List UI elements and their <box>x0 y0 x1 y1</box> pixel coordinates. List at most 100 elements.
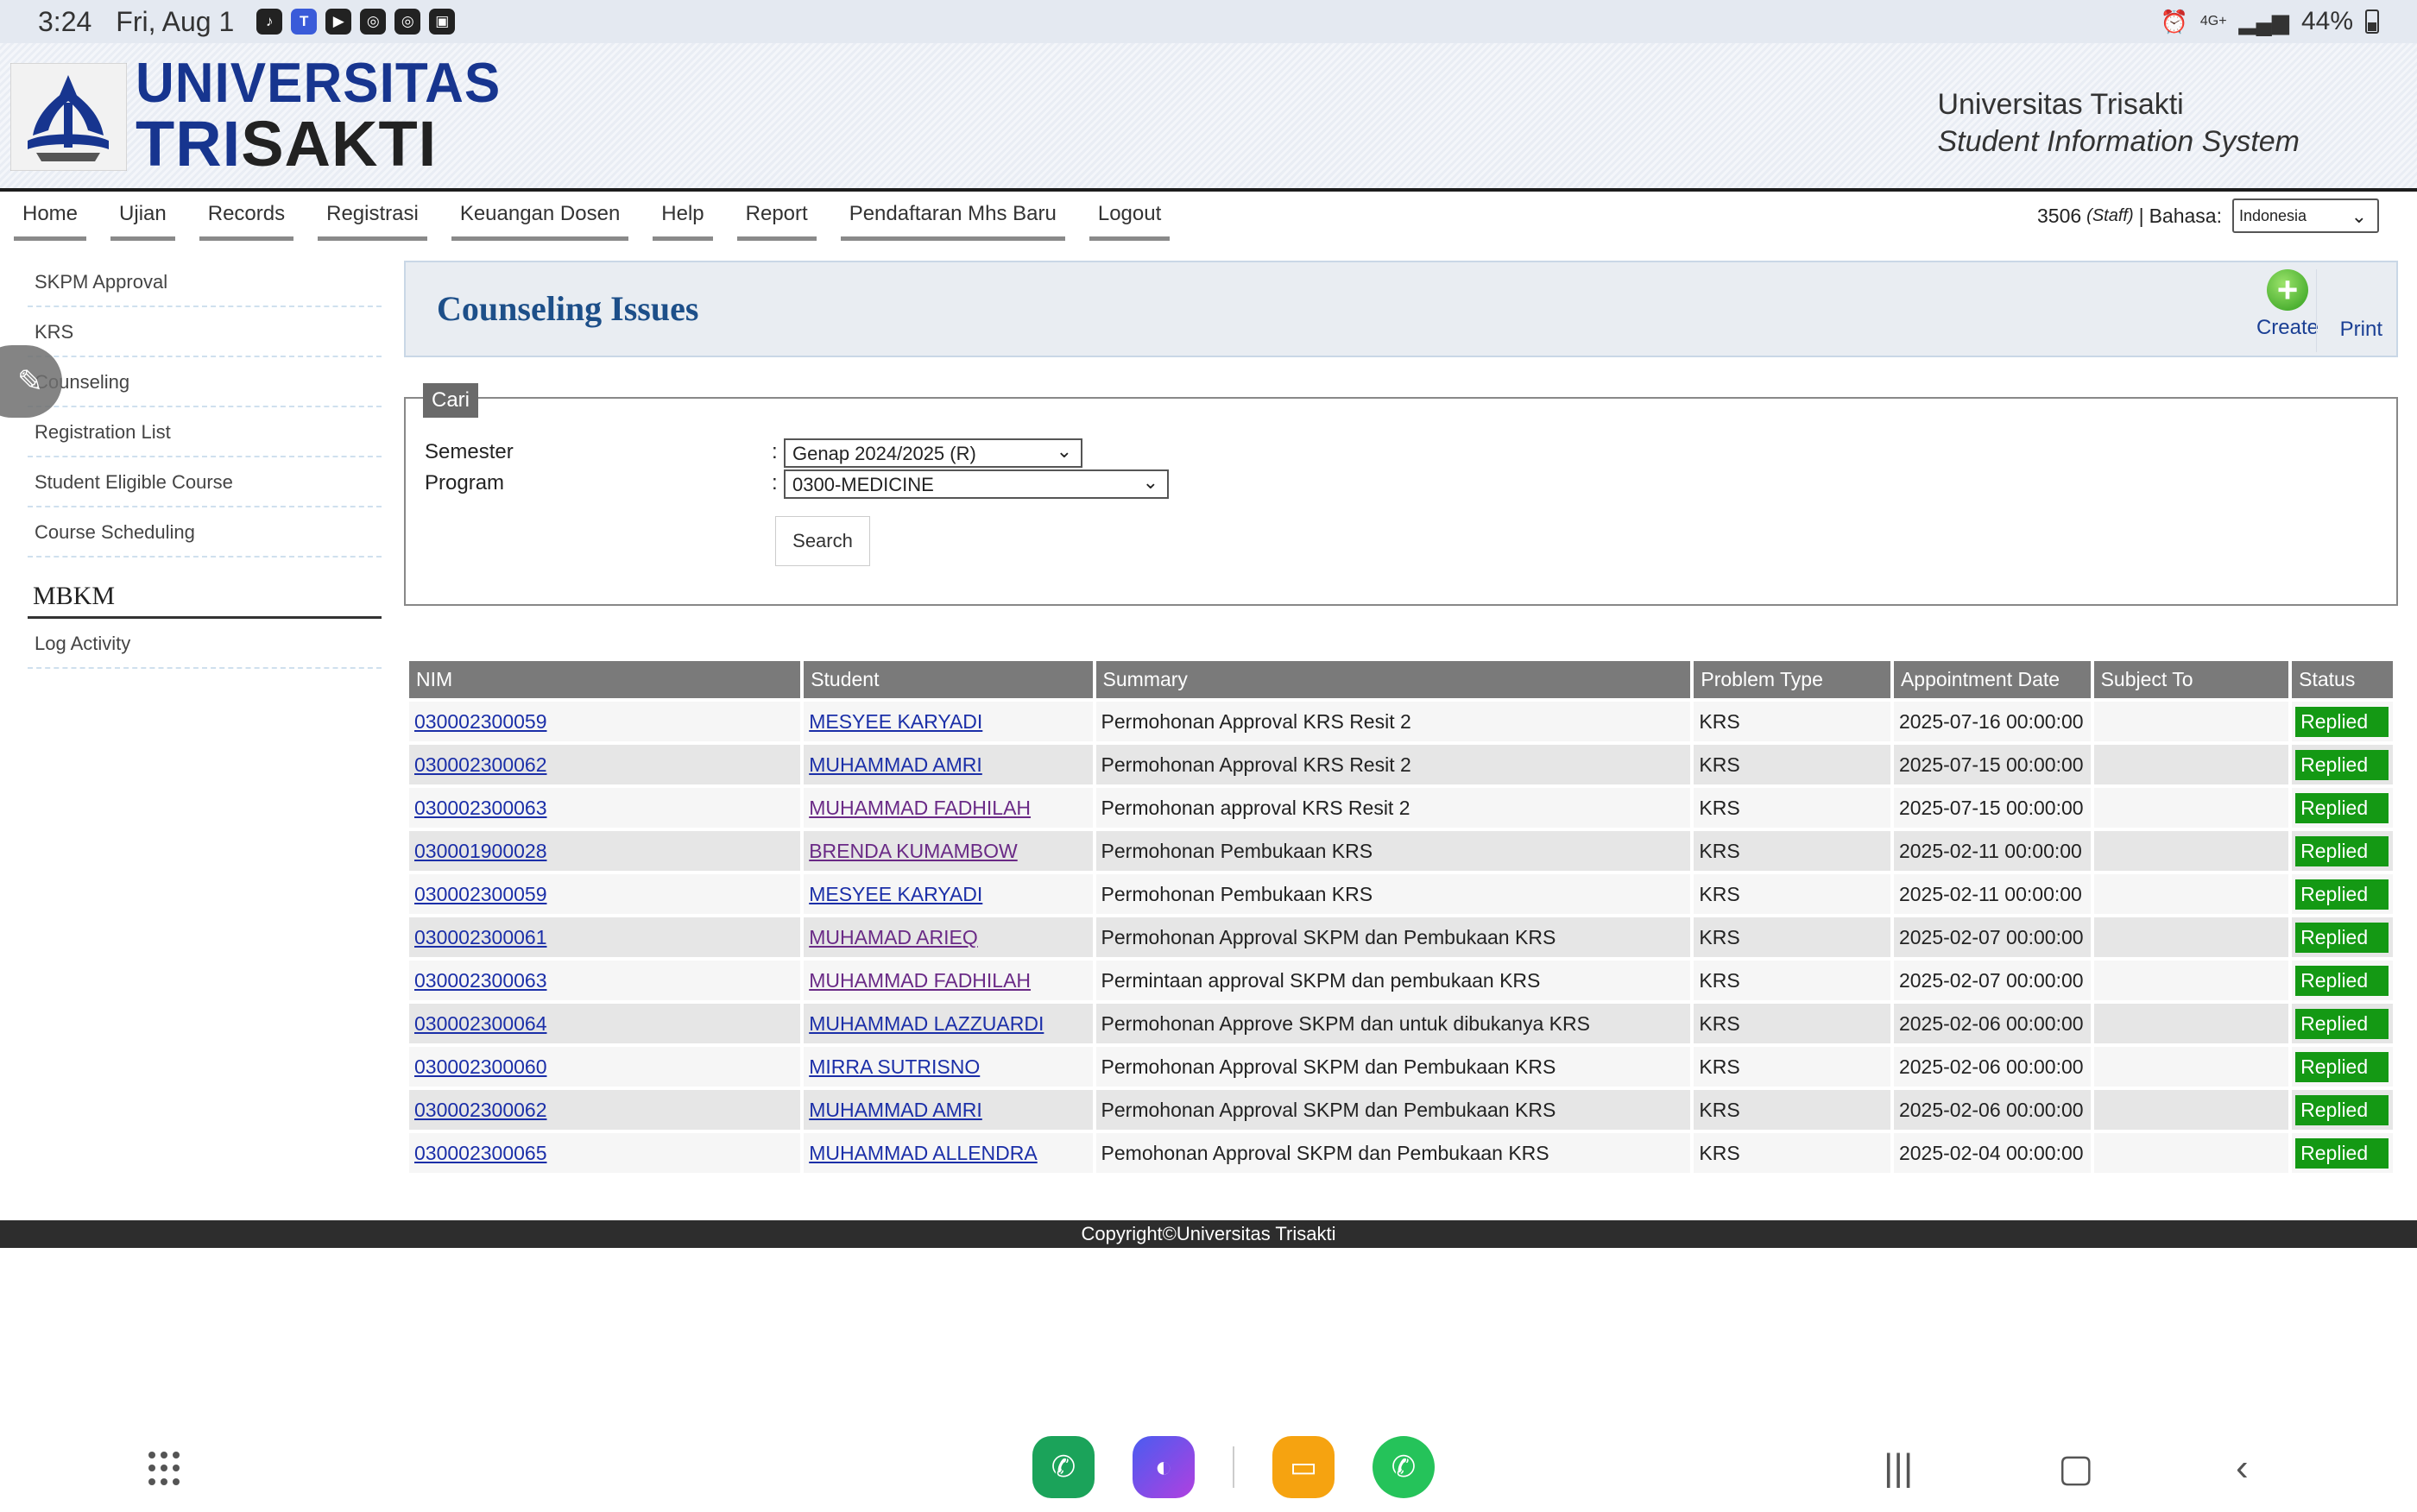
create-button[interactable]: + Create <box>2256 269 2319 340</box>
nim-link[interactable]: 030002300060 <box>414 1055 547 1078</box>
col-student[interactable]: Student <box>804 661 1093 698</box>
cell-subject <box>2093 1004 2289 1043</box>
menu-logout[interactable]: Logout <box>1089 192 1171 241</box>
page-title: Counseling Issues <box>437 289 699 328</box>
cell-status: Replied <box>2292 745 2393 784</box>
nim-link[interactable]: 030002300061 <box>414 926 547 948</box>
table-row: 030002300064 MUHAMMAD LAZZUARDI Permohonan… <box>409 1004 2393 1043</box>
sidebar-item-skpm-approval[interactable]: SKPM Approval <box>28 257 382 307</box>
table-row: 030002300062 MUHAMMAD AMRI Permohonan Appr… <box>409 1090 2393 1130</box>
student-link[interactable]: MESYEE KARYADI <box>809 883 982 905</box>
menu-help[interactable]: Help <box>653 192 713 241</box>
menu-report[interactable]: Report <box>736 192 817 241</box>
back-icon[interactable]: ‹ <box>2236 1446 2249 1490</box>
program-value: 0300-MEDICINE <box>792 474 934 495</box>
cell-summary: Permohonan approval KRS Resit 2 <box>1095 788 1691 828</box>
nim-link[interactable]: 030002300062 <box>414 753 547 776</box>
nim-link[interactable]: 030002300059 <box>414 710 547 733</box>
status-badge: Replied <box>2295 879 2389 910</box>
nim-link[interactable]: 030002300059 <box>414 883 547 905</box>
student-link[interactable]: MUHAMMAD FADHILAH <box>809 969 1031 992</box>
cell-nim: 030002300064 <box>409 1004 801 1043</box>
col-status[interactable]: Status <box>2292 661 2393 698</box>
semester-select[interactable]: Genap 2024/2025 (R) ⌄ <box>784 438 1082 468</box>
table-row: 030002300059 MESYEE KARYADI Permohonan Pem… <box>409 874 2393 914</box>
cell-nim: 030002300065 <box>409 1133 801 1173</box>
table-row: 030002300063 MUHAMMAD FADHILAH Permintaan … <box>409 961 2393 1000</box>
status-badge: Replied <box>2295 835 2389 866</box>
sidebar-item-student-eligible-course[interactable]: Student Eligible Course <box>28 457 382 507</box>
search-button[interactable]: Search <box>775 516 870 566</box>
menu-keuangan-dosen[interactable]: Keuangan Dosen <box>451 192 629 241</box>
cell-summary: Pemohonan Approval SKPM dan Pembukaan KR… <box>1095 1133 1691 1173</box>
instagram-icon: ◎ <box>360 9 387 35</box>
sidebar-item-course-scheduling[interactable]: Course Scheduling <box>28 507 382 558</box>
table-body: 030002300059 MESYEE KARYADI Permohonan App… <box>409 702 2393 1173</box>
cell-nim: 030002300062 <box>409 1090 801 1130</box>
cell-summary: Permohonan Approval KRS Resit 2 <box>1095 702 1691 741</box>
main-menu: Home Ujian Records Registrasi Keuangan D… <box>14 192 1171 241</box>
student-link[interactable]: MUHAMMAD AMRI <box>809 753 982 776</box>
program-select[interactable]: 0300-MEDICINE ⌄ <box>784 469 1169 499</box>
cell-subject <box>2093 1047 2289 1087</box>
student-link[interactable]: BRENDA KUMAMBOW <box>809 840 1018 862</box>
print-button[interactable]: Print <box>2340 318 2382 342</box>
student-link[interactable]: MUHAMAD ARIEQ <box>809 926 978 948</box>
nim-link[interactable]: 030002300063 <box>414 969 547 992</box>
nim-link[interactable]: 030002300063 <box>414 797 547 819</box>
cell-summary: Permohonan Approve SKPM dan untuk dibuka… <box>1095 1004 1691 1043</box>
app-drawer-icon[interactable] <box>148 1452 183 1486</box>
col-nim[interactable]: NIM <box>409 661 801 698</box>
logo-line2: TRISAKTI <box>136 112 501 176</box>
sidebar-item-registration-list[interactable]: Registration List <box>28 407 382 457</box>
col-problem-type[interactable]: Problem Type <box>1694 661 1890 698</box>
nim-link[interactable]: 030002300065 <box>414 1142 547 1164</box>
university-logo[interactable]: UNIVERSITAS TRISAKTI <box>9 55 500 176</box>
menu-home[interactable]: Home <box>14 192 87 241</box>
student-link[interactable]: MUHAMMAD AMRI <box>809 1099 982 1121</box>
sidebar-item-log-activity[interactable]: Log Activity <box>28 619 382 669</box>
gallery-icon: ▣ <box>429 9 456 35</box>
chevron-down-icon: ⌄ <box>1142 471 1158 493</box>
battery-percent: 44% <box>2300 7 2353 35</box>
phone-icon[interactable]: ✆ <box>1032 1436 1095 1498</box>
col-summary[interactable]: Summary <box>1095 661 1691 698</box>
menu-records[interactable]: Records <box>199 192 294 241</box>
signal-icon: ▂▄▆ <box>2238 8 2289 35</box>
nim-link[interactable]: 030002300062 <box>414 1099 547 1121</box>
col-appointment-date[interactable]: Appointment Date <box>1893 661 2091 698</box>
nim-link[interactable]: 030002300064 <box>414 1012 547 1035</box>
menu-ujian[interactable]: Ujian <box>110 192 175 241</box>
semester-value: Genap 2024/2025 (R) <box>792 443 976 464</box>
menu-registrasi[interactable]: Registrasi <box>318 192 427 241</box>
table-row: 030001900028 BRENDA KUMAMBOW Permohonan Pe… <box>409 831 2393 871</box>
student-link[interactable]: MESYEE KARYADI <box>809 710 982 733</box>
cell-nim: 030002300061 <box>409 917 801 957</box>
nim-link[interactable]: 030001900028 <box>414 840 547 862</box>
files-icon[interactable]: ▭ <box>1272 1436 1335 1498</box>
col-subject-to[interactable]: Subject To <box>2093 661 2289 698</box>
sidebar: SKPM Approval KRS Counseling Registratio… <box>28 257 382 669</box>
menu-pendaftaran-mhs-baru[interactable]: Pendaftaran Mhs Baru <box>840 192 1065 241</box>
cell-student: MESYEE KARYADI <box>804 874 1093 914</box>
cell-nim: 030002300059 <box>409 874 801 914</box>
student-link[interactable]: MIRRA SUTRISNO <box>809 1055 980 1078</box>
table-row: 030002300063 MUHAMMAD FADHILAH Permohonan … <box>409 788 2393 828</box>
student-link[interactable]: MUHAMMAD LAZZUARDI <box>809 1012 1044 1035</box>
sidebar-item-counseling[interactable]: Counseling <box>28 357 382 407</box>
cell-date: 2025-07-16 00:00:00 <box>1893 702 2091 741</box>
whatsapp-icon[interactable]: ✆ <box>1373 1436 1435 1498</box>
sidebar-item-krs[interactable]: KRS <box>28 307 382 357</box>
language-select[interactable]: Indonesia ⌄ <box>2232 198 2379 233</box>
status-date: Fri, Aug 1 <box>116 5 235 37</box>
student-link[interactable]: MUHAMMAD ALLENDRA <box>809 1142 1038 1164</box>
home-icon[interactable]: ▢ <box>2058 1446 2094 1490</box>
language-label: Bahasa: <box>2149 204 2222 227</box>
cell-summary: Permohonan Approval SKPM dan Pembukaan K… <box>1095 1047 1691 1087</box>
student-link[interactable]: MUHAMMAD FADHILAH <box>809 797 1031 819</box>
cell-date: 2025-02-11 00:00:00 <box>1893 874 2091 914</box>
browser-icon[interactable]: ◐ <box>1133 1436 1195 1498</box>
cell-nim: 030002300063 <box>409 788 801 828</box>
recent-apps-icon[interactable]: ||| <box>1884 1446 1913 1490</box>
dock-divider <box>1233 1446 1234 1488</box>
